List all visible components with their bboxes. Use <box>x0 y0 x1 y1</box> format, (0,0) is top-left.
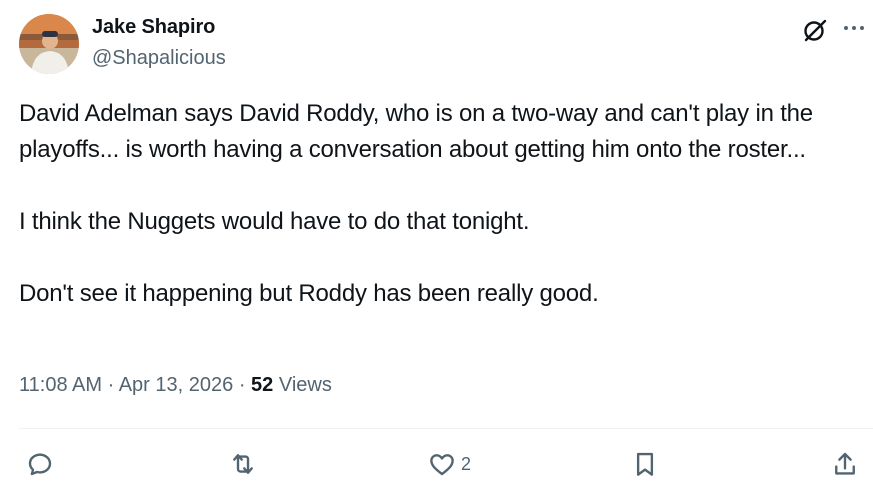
tweet-paragraph: David Adelman says David Roddy, who is o… <box>19 100 813 163</box>
tweet-paragraph: Don't see it happening but Roddy has bee… <box>19 280 599 307</box>
meta-separator: · <box>238 374 246 396</box>
repost-button[interactable] <box>228 447 262 481</box>
like-button[interactable]: 2 <box>427 447 471 481</box>
tweet-time: 11:08 AM <box>19 374 103 396</box>
grok-button[interactable] <box>801 16 829 44</box>
share-icon <box>835 452 855 475</box>
author-display-name[interactable]: Jake Shapiro <box>92 16 215 39</box>
heart-icon <box>430 454 454 476</box>
views-label: Views <box>278 374 332 396</box>
views-count: 52 <box>251 374 274 396</box>
more-options-button[interactable] <box>840 16 868 44</box>
tweet-paragraph: I think the Nuggets would have to do tha… <box>19 208 530 235</box>
tweet: Jake Shapiro @Shapalicious David Adelman… <box>0 0 873 495</box>
avatar[interactable] <box>19 14 79 74</box>
reply-icon <box>28 453 52 476</box>
tweet-text: David Adelman says David Roddy, who is o… <box>19 96 864 312</box>
share-button[interactable] <box>830 447 860 481</box>
meta-separator: · <box>107 374 115 396</box>
bookmark-icon <box>636 452 654 476</box>
reply-button[interactable] <box>25 447 59 481</box>
divider <box>19 428 873 429</box>
tweet-date: Apr 13, 2026 <box>118 374 234 396</box>
grok-icon <box>804 19 827 42</box>
author-handle[interactable]: @Shapalicious <box>92 47 226 70</box>
tweet-meta: 11:08 AM · Apr 13, 2026 · 52 Views <box>19 374 332 397</box>
repost-icon <box>233 454 253 474</box>
avatar-image <box>19 14 79 74</box>
like-count: 2 <box>461 453 472 474</box>
bookmark-button[interactable] <box>630 447 660 481</box>
tweet-timestamp[interactable]: 11:08 AM · Apr 13, 2026 <box>19 374 233 396</box>
more-icon <box>844 26 864 30</box>
